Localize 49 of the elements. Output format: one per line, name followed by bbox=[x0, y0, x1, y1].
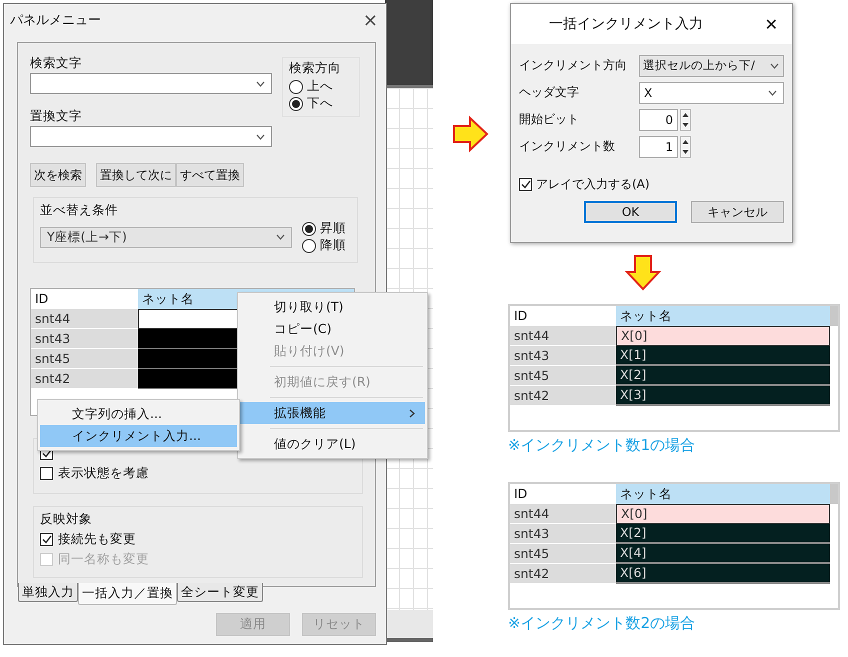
table-cell: snt42 bbox=[31, 369, 138, 389]
field-value: X bbox=[644, 86, 652, 100]
table-cell: X[0] bbox=[616, 326, 830, 346]
field-label: インクリメント数 bbox=[519, 138, 616, 155]
table-cell: snt43 bbox=[510, 524, 616, 544]
table-cell: snt45 bbox=[31, 349, 138, 369]
table-cell: snt45 bbox=[510, 366, 616, 386]
table-cell: X[1] bbox=[616, 346, 830, 366]
table-cell: snt42 bbox=[510, 564, 616, 584]
dropdown-value: Y座標(上→下) bbox=[47, 228, 127, 246]
table-cell: X[6] bbox=[616, 564, 830, 584]
caption: ※インクリメント数2の場合 bbox=[508, 614, 696, 633]
table-cell: snt43 bbox=[510, 346, 616, 366]
table-cell: X[2] bbox=[616, 366, 830, 386]
field-label: インクリメント方向 bbox=[519, 57, 628, 74]
table-cell: X[4] bbox=[616, 544, 830, 564]
group-label: 並べ替え条件 bbox=[40, 201, 119, 219]
field-label: 置換文字 bbox=[30, 107, 83, 125]
column-header: ID bbox=[513, 485, 528, 503]
checkbox-label: アレイで入力する(A) bbox=[536, 176, 650, 193]
radio-label: 降順 bbox=[320, 237, 346, 254]
group-label: 反映対象 bbox=[40, 510, 93, 528]
dialog-title: 一括インクリメント入力 bbox=[549, 15, 703, 33]
column-header: ネット名 bbox=[616, 306, 830, 326]
table-cell: X[3] bbox=[616, 386, 830, 406]
radio-label: 下へ bbox=[307, 95, 333, 112]
field-label: 開始ビット bbox=[519, 111, 580, 128]
table-cell: X[2] bbox=[616, 524, 830, 544]
column-header: ID bbox=[34, 290, 50, 308]
table-cell: snt44 bbox=[510, 326, 616, 346]
group-label: 検索方向 bbox=[289, 59, 342, 77]
caption: ※インクリメント数1の場合 bbox=[508, 436, 696, 455]
table-cell: snt45 bbox=[510, 544, 616, 564]
column-header: ID bbox=[513, 307, 528, 325]
field-label: ヘッダ文字 bbox=[519, 84, 580, 101]
dropdown-value: 選択セルの上から下/ bbox=[643, 58, 755, 73]
table-cell: snt44 bbox=[510, 504, 616, 524]
window-title: パネルメニュー bbox=[10, 12, 101, 29]
table-cell: snt43 bbox=[31, 329, 138, 349]
column-header: ネット名 bbox=[616, 484, 830, 504]
field-label: 検索文字 bbox=[30, 54, 83, 72]
checkbox-label: 同一名称も変更 bbox=[58, 550, 149, 568]
table-cell: X[0] bbox=[616, 504, 830, 524]
radio-label: 上へ bbox=[307, 78, 333, 95]
radio-label: 昇順 bbox=[320, 220, 346, 237]
table-cell: snt44 bbox=[31, 309, 138, 329]
checkbox-label: 接続先も変更 bbox=[58, 530, 136, 548]
table-cell: snt42 bbox=[510, 386, 616, 406]
checkbox-label: 表示状態を考慮 bbox=[58, 464, 149, 482]
